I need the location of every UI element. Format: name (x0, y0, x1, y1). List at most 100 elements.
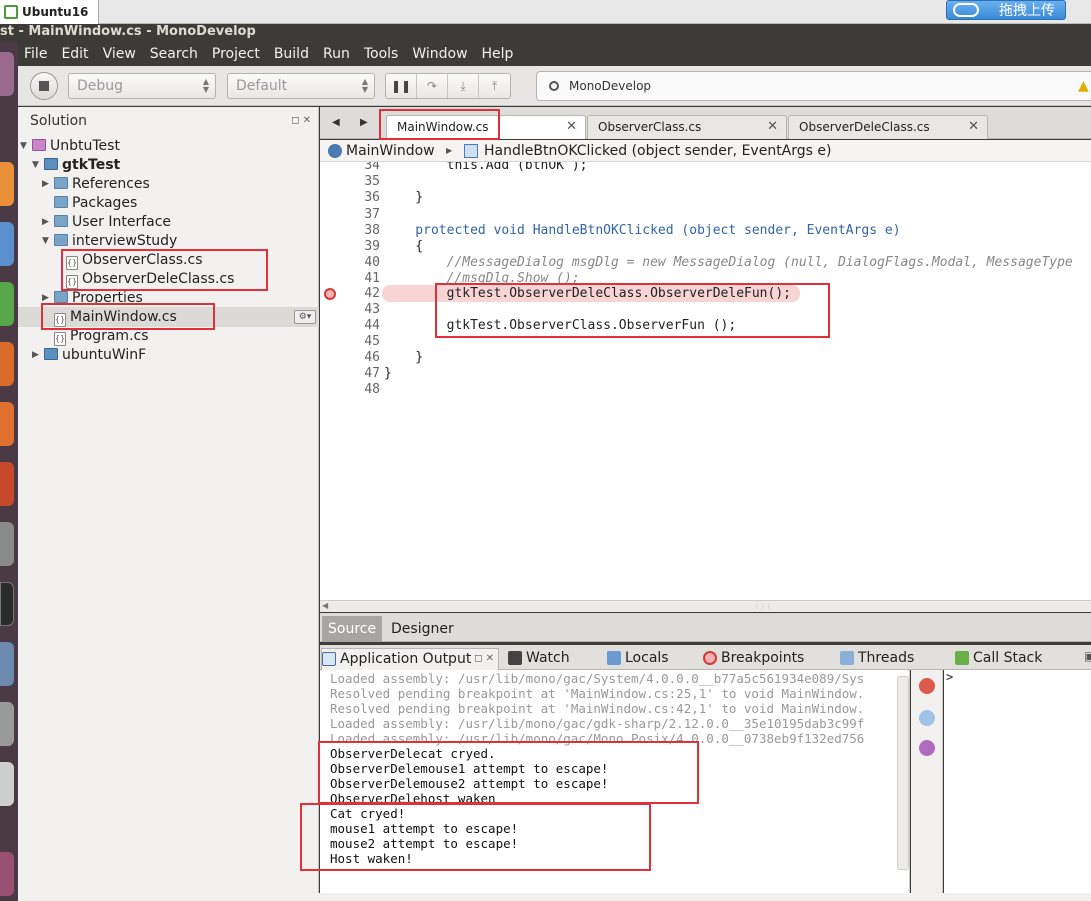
tab-threads[interactable]: Threads (840, 648, 914, 670)
menu-run[interactable]: Run (323, 46, 350, 62)
stop-output-icon[interactable] (919, 678, 935, 694)
breadcrumb-class[interactable]: MainWindow (346, 140, 435, 162)
launcher-files-icon[interactable] (0, 222, 14, 266)
launcher-terminal-icon[interactable] (0, 582, 14, 626)
pad-menu-icon[interactable]: ▣ (1084, 649, 1091, 663)
launcher-trash-icon[interactable] (0, 852, 14, 896)
vm-icon (4, 5, 18, 19)
horizontal-scrollbar[interactable]: ◀ ⋮⋮⋮ (320, 600, 1091, 612)
tab-label: ObserverClass.cs (598, 120, 702, 134)
tab-watch[interactable]: Watch (508, 648, 570, 670)
tab-observerdeleclass[interactable]: ObserverDeleClass.cs ✕ (788, 115, 988, 139)
nav-back-icon[interactable]: ◀ (332, 117, 340, 128)
gear-icon[interactable]: ⚙▾ (294, 310, 316, 324)
launcher-app-icon[interactable] (0, 52, 14, 96)
desktop: Ubuntu16 拖拽上传 st - MainWindow.cs - MonoD… (0, 0, 1091, 901)
call-stack-pad[interactable]: > (944, 670, 1091, 901)
pad-tab-label: Watch (526, 650, 570, 666)
line-number: 47 (364, 366, 380, 381)
tree-item-label: interviewStudy (72, 233, 178, 249)
tab-observerclass[interactable]: ObserverClass.cs ✕ (587, 115, 787, 139)
menu-view[interactable]: View (103, 46, 136, 62)
vm-tab-bar: Ubuntu16 拖拽上传 (0, 0, 1091, 24)
launcher-dvd-icon[interactable] (0, 762, 14, 806)
launcher-disk-icon[interactable] (0, 702, 14, 746)
scroll-left-icon[interactable]: ◀ (322, 601, 328, 610)
tree-item-gtktest[interactable]: ▼ gtkTest (32, 156, 120, 175)
expand-right-icon[interactable]: ▶ (32, 346, 39, 365)
expand-right-icon[interactable]: ▶ (42, 213, 49, 232)
pad-controls-icon[interactable]: ◻ ✕ (474, 649, 494, 669)
tree-item-label: ubuntuWinF (62, 347, 147, 363)
upload-button[interactable]: 拖拽上传 (946, 0, 1066, 20)
tab-locals[interactable]: Locals (607, 648, 669, 670)
menu-project[interactable]: Project (212, 46, 260, 62)
tab-application-output[interactable]: Application Output ◻ ✕ (321, 648, 499, 670)
pause-icon[interactable]: ❚❚ (386, 74, 417, 98)
expand-down-icon[interactable]: ▼ (42, 232, 49, 251)
tree-item-packages[interactable]: Packages (42, 194, 137, 213)
close-icon[interactable]: ✕ (566, 116, 577, 138)
vertical-scrollbar[interactable] (897, 676, 909, 870)
output-toolbar (911, 670, 943, 901)
annotation-box (300, 803, 651, 871)
line-number: 39 (364, 239, 380, 254)
tab-call-stack[interactable]: Call Stack (955, 648, 1042, 670)
tab-breakpoints[interactable]: Breakpoints (703, 648, 804, 670)
close-icon[interactable]: ✕ (767, 116, 778, 138)
line-number: 37 (364, 207, 380, 222)
stop-icon (39, 81, 49, 91)
tree-item-solution[interactable]: ▼ UnbtuTest (20, 137, 120, 156)
close-icon[interactable]: ✕ (968, 116, 979, 138)
breakpoint-icon[interactable] (324, 288, 336, 300)
clear-output-icon[interactable] (919, 710, 935, 726)
launcher-firefox-icon[interactable] (0, 162, 14, 206)
launcher-impress-icon[interactable] (0, 342, 14, 386)
launcher-settings-icon[interactable] (0, 522, 14, 566)
scroll-grip-icon[interactable]: ⋮⋮⋮ (754, 603, 772, 610)
pin-icon[interactable] (919, 740, 935, 756)
annotation-box (318, 741, 699, 804)
platform-select[interactable]: Default ▲ ▼ (227, 73, 375, 99)
tab-source[interactable]: Source (322, 616, 383, 642)
breadcrumb-method[interactable]: HandleBtnOKClicked (object sender, Event… (484, 140, 831, 162)
pad-tab-label: Call Stack (973, 650, 1043, 666)
menu-help[interactable]: Help (482, 46, 514, 62)
pad-tab-bar: Application Output ◻ ✕ Watch Locals Brea… (320, 645, 1091, 670)
tab-designer[interactable]: Designer (385, 616, 460, 642)
expand-down-icon[interactable]: ▼ (32, 156, 39, 175)
tree-item-ubuntuwinf[interactable]: ▶ ubuntuWinF (32, 346, 146, 365)
file-icon: {} (54, 332, 66, 346)
step-into-icon[interactable]: ⤓ (448, 74, 479, 98)
code-line: //MessageDialog msgDlg = new MessageDial… (384, 255, 1073, 270)
menu-tools[interactable]: Tools (364, 46, 399, 62)
menu-search[interactable]: Search (150, 46, 198, 62)
menu-window[interactable]: Window (412, 46, 467, 62)
launcher-software-icon[interactable] (0, 402, 14, 446)
nav-forward-icon[interactable]: ▶ (360, 117, 368, 128)
annotation-box (435, 283, 830, 338)
launcher-amazon-icon[interactable] (0, 462, 14, 506)
expand-right-icon[interactable]: ▶ (42, 175, 49, 194)
annotation-box (61, 249, 268, 291)
stop-button[interactable] (30, 72, 58, 100)
expand-down-icon[interactable]: ▼ (20, 137, 27, 156)
locals-icon (607, 651, 621, 665)
launcher-monodevelop-icon[interactable] (0, 642, 14, 686)
step-over-icon[interactable]: ↷ (417, 74, 448, 98)
code-editor[interactable]: 34 this.Add (btnOK ); 35 36 } 37 38 prot… (320, 162, 1091, 600)
menu-build[interactable]: Build (274, 46, 309, 62)
vm-tab[interactable]: Ubuntu16 (0, 0, 100, 24)
step-out-icon[interactable]: ⤒ (479, 74, 510, 98)
pad-tab-label: Locals (625, 650, 669, 666)
menu-edit[interactable]: Edit (61, 46, 88, 62)
line-number: 41 (364, 271, 380, 286)
debug-controls: ❚❚ ↷ ⤓ ⤒ (385, 73, 511, 99)
menu-file[interactable]: File (24, 46, 47, 62)
pad-controls-icon[interactable]: ◻ ✕ (291, 115, 311, 126)
configuration-select[interactable]: Debug ▲ ▼ (68, 73, 216, 99)
tree-item-references[interactable]: ▶ References (42, 175, 150, 194)
launcher-calc-icon[interactable] (0, 282, 14, 326)
warning-icon[interactable]: ▲ (1078, 78, 1089, 94)
tree-item-user-interface[interactable]: ▶ User Interface (42, 213, 171, 232)
